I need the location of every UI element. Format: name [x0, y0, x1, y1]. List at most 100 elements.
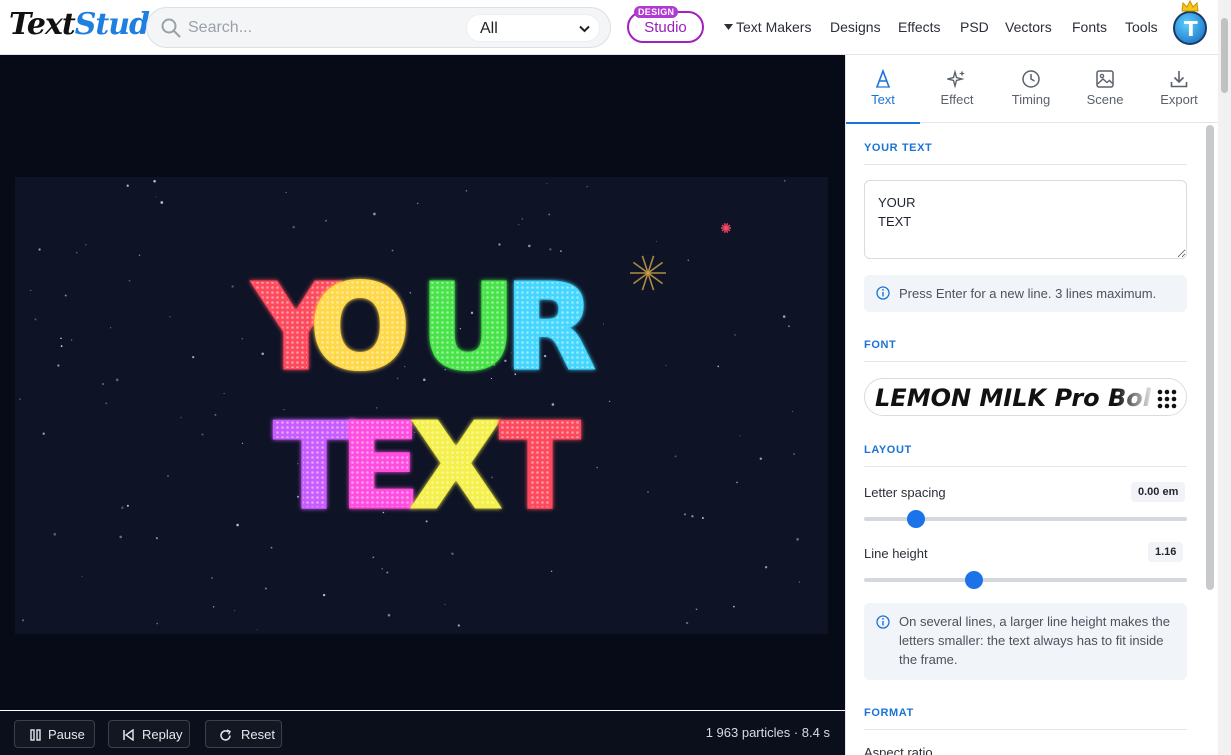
line-height-handle[interactable]	[964, 571, 983, 589]
dots-grid-icon	[1157, 389, 1177, 409]
star	[759, 457, 763, 460]
studio-label: Studio	[644, 19, 687, 36]
tab-export[interactable]: Export	[1142, 55, 1216, 123]
star	[602, 323, 605, 325]
sparkles-icon	[947, 69, 965, 89]
section-font: FONT	[864, 339, 1187, 362]
star	[655, 240, 658, 243]
star	[701, 516, 704, 520]
search-input[interactable]: Search...	[188, 19, 252, 37]
text-input[interactable]	[864, 180, 1187, 259]
settings-panel: Text Effect Timing Scene Export YOUR TEX…	[845, 55, 1231, 755]
studio-button[interactable]: DESIGN Studio	[627, 6, 704, 43]
particle-dots: X	[411, 397, 502, 535]
star	[201, 433, 204, 436]
page-scrollbar[interactable]	[1218, 0, 1231, 755]
aspect-ratio-label: Aspect ratio	[864, 745, 933, 755]
nav-designs[interactable]: Designs	[830, 19, 881, 35]
nav-fonts[interactable]: Fonts	[1072, 19, 1107, 35]
star	[457, 624, 460, 627]
glowing-letters: YYOO UURRTTEEXXTT	[250, 257, 597, 537]
star	[128, 279, 131, 282]
replay-button[interactable]: Replay	[108, 720, 190, 748]
section-format: FORMAT	[864, 707, 1187, 730]
nav-vectors[interactable]: Vectors	[1005, 19, 1052, 35]
search-bar: Search... All	[146, 7, 611, 48]
star	[373, 212, 376, 216]
star	[691, 515, 694, 518]
star	[110, 327, 112, 329]
tab-scene[interactable]: Scene	[1068, 55, 1142, 123]
star	[687, 259, 690, 262]
avatar[interactable]: T	[1173, 11, 1207, 45]
star	[783, 180, 786, 182]
star	[264, 587, 267, 590]
star	[241, 442, 244, 445]
panel-scrollbar[interactable]	[1206, 125, 1214, 590]
tab-effect[interactable]: Effect	[920, 55, 994, 123]
nav-effects[interactable]: Effects	[898, 19, 941, 35]
nav-psd[interactable]: PSD	[960, 19, 989, 35]
letter-spacing-value: 0.00 em	[1131, 482, 1186, 502]
tab-timing[interactable]: Timing	[994, 55, 1068, 123]
star	[212, 606, 215, 608]
caret-down-icon	[724, 24, 733, 30]
star	[38, 248, 41, 251]
page-scrollbar-thumb[interactable]	[1221, 18, 1228, 93]
star	[733, 605, 735, 608]
chevron-down-icon	[579, 25, 590, 33]
tab-text-label: Text	[871, 92, 895, 107]
search-filter-select[interactable]: All	[466, 14, 600, 42]
star	[665, 364, 667, 366]
star	[167, 475, 169, 477]
particle-dots: O	[310, 258, 410, 396]
top-bar: Text Studio Search... All DESIGN Studio T…	[0, 0, 1231, 55]
download-icon	[1170, 71, 1188, 88]
star	[156, 622, 159, 625]
star	[764, 566, 768, 569]
letter-spacing-handle[interactable]	[906, 510, 925, 528]
letter-spacing-label: Letter spacing	[864, 485, 946, 500]
firework-sparks	[630, 222, 731, 291]
star	[53, 532, 57, 536]
star	[796, 538, 799, 541]
star	[791, 410, 793, 413]
nav-tools[interactable]: Tools	[1125, 19, 1158, 35]
line-height-slider[interactable]	[864, 570, 1187, 590]
star	[548, 213, 551, 216]
star	[322, 593, 326, 597]
font-picker[interactable]: LEMON MILK Pro Bold	[864, 378, 1187, 416]
text-hint-label: Press Enter for a new line. 3 lines maxi…	[899, 286, 1157, 301]
particle-status: 1 963 particles · 8.4 s	[705, 725, 830, 740]
star	[325, 219, 327, 222]
design-tag: DESIGN	[634, 6, 679, 18]
pause-button[interactable]: Pause	[14, 720, 95, 748]
star	[596, 466, 598, 469]
star	[717, 365, 720, 368]
star	[793, 453, 795, 455]
star	[391, 249, 394, 252]
tab-text[interactable]: Text	[846, 55, 920, 124]
line-height-label: Line height	[864, 546, 928, 561]
star	[416, 202, 419, 205]
particle-dots: R	[505, 258, 596, 396]
tab-scene-label: Scene	[1086, 92, 1124, 107]
reset-button[interactable]: Reset	[205, 720, 282, 748]
star	[685, 621, 689, 625]
letter-spacing-slider[interactable]	[864, 509, 1187, 529]
text-icon	[876, 69, 890, 88]
star	[292, 225, 295, 229]
star	[674, 455, 677, 458]
star	[521, 218, 524, 220]
star	[647, 491, 649, 493]
star	[684, 513, 686, 516]
star	[138, 254, 141, 257]
preview-stage[interactable]: YYOOUURRTTEEXXTT	[0, 55, 845, 710]
playback-bar: Pause Replay Reset 1 963 particles · 8.4…	[0, 711, 845, 755]
tab-export-label: Export	[1160, 92, 1198, 107]
tab-timing-label: Timing	[1011, 92, 1051, 107]
star	[739, 435, 741, 437]
section-layout: LAYOUT	[864, 444, 1187, 467]
star	[734, 334, 736, 336]
nav-text-makers[interactable]: Text Makers	[736, 19, 811, 35]
